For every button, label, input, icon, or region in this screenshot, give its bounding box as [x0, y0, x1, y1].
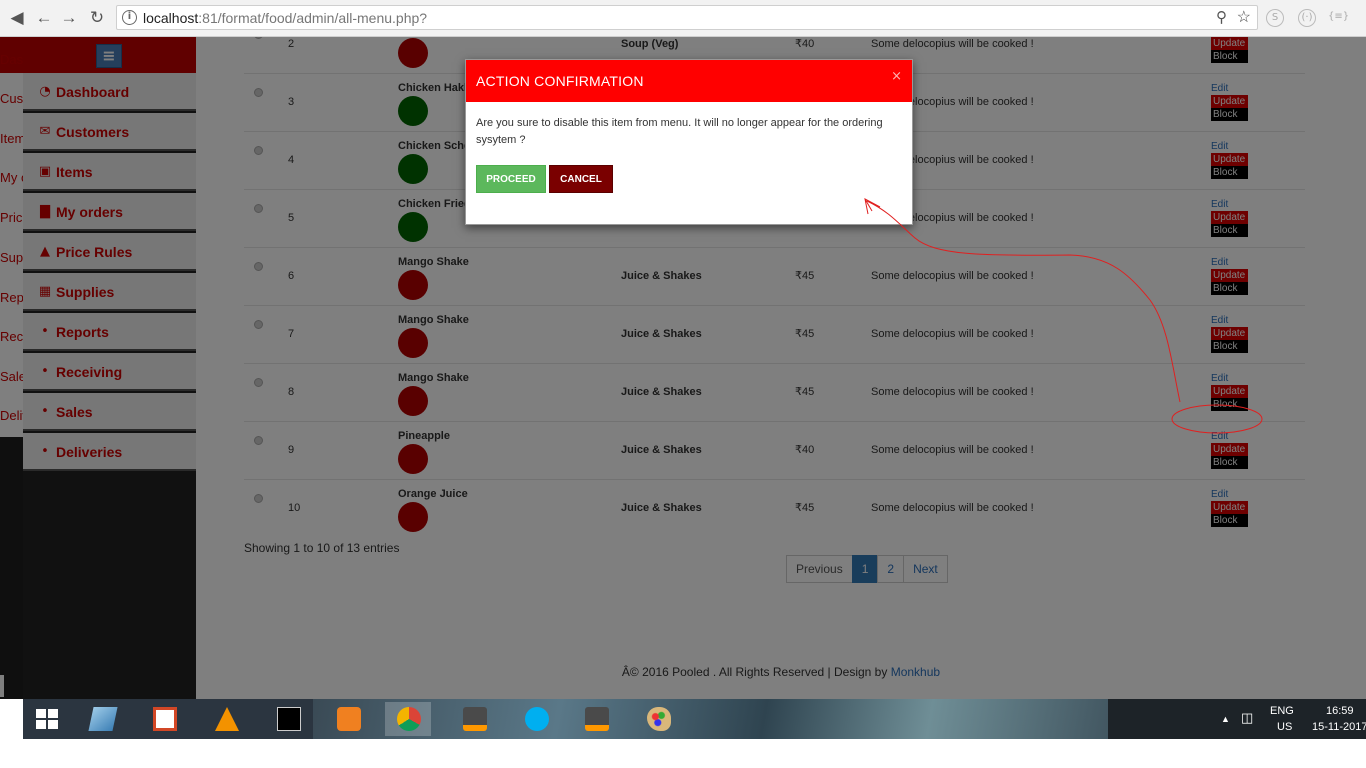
url-path: :81/format/food/admin/all-menu.php?	[198, 10, 428, 26]
chrome-icon	[397, 707, 421, 731]
forward-icon[interactable]: →	[58, 7, 80, 29]
back-arrow-icon[interactable]: ◀	[6, 7, 28, 29]
clock-time[interactable]: 16:59	[1326, 705, 1354, 718]
modal-message: Are you sure to disable this item from m…	[476, 117, 883, 146]
close-icon[interactable]: ×	[891, 70, 902, 84]
taskbar-powerpoint-app[interactable]	[141, 702, 187, 736]
taskbar: ▲ ◫ ENG US 16:59 15-11-2017	[23, 699, 1366, 739]
bookmark-star-icon[interactable]: ☆	[1237, 7, 1251, 27]
taskbar-skype-app[interactable]	[513, 702, 559, 736]
command-prompt-icon	[277, 707, 301, 731]
taskbar-vlc-app[interactable]	[203, 702, 249, 736]
region-code: US	[1277, 721, 1293, 733]
info-icon[interactable]: i	[122, 10, 137, 25]
reload-icon[interactable]: ↻	[86, 7, 108, 29]
taskbar-media-app[interactable]	[325, 702, 371, 736]
notepad-icon	[88, 707, 118, 731]
media-player-icon	[337, 707, 361, 731]
taskbar-wallpaper	[313, 699, 1133, 739]
taskbar-notepad-app[interactable]	[79, 702, 125, 736]
taskbar-paint-app[interactable]	[635, 702, 681, 736]
extension-icon[interactable]: (·)	[1298, 9, 1316, 27]
vlc-cone-icon	[215, 707, 239, 731]
taskbar-cmd-app[interactable]	[265, 702, 311, 736]
sublime-text-icon-2	[585, 707, 609, 731]
url-host: localhost	[143, 10, 199, 26]
network-icon[interactable]: ◫	[1241, 711, 1253, 724]
screen: ◀ ← → ↻ i localhost:81/format/food/admin…	[0, 0, 1366, 768]
left-edge-blank	[0, 699, 23, 739]
cancel-button[interactable]: CANCEL	[549, 165, 613, 193]
show-hidden-icons-icon[interactable]: ▲	[1221, 713, 1230, 726]
paint-palette-icon	[647, 707, 671, 731]
zoom-icon[interactable]: ⚲	[1216, 8, 1227, 26]
skype-extension-icon[interactable]: S	[1266, 9, 1284, 27]
modal-title: ACTION CONFIRMATION	[476, 73, 644, 89]
address-bar[interactable]: i localhost:81/format/food/admin/all-men…	[116, 5, 1258, 30]
system-tray: ▲ ◫ ENG US 16:59 15-11-2017	[1108, 699, 1366, 739]
language-code[interactable]: ENG	[1270, 705, 1294, 718]
bottom-blank	[0, 739, 1366, 768]
url-text[interactable]: localhost:81/format/food/admin/all-menu.…	[143, 10, 427, 26]
windows-logo-icon	[36, 709, 58, 729]
taskbar-sublime-app[interactable]	[451, 702, 497, 736]
powerpoint-icon	[153, 707, 177, 731]
modal-header: ACTION CONFIRMATION ×	[466, 60, 912, 102]
proceed-button[interactable]: PROCEED	[476, 165, 546, 193]
confirmation-modal: ACTION CONFIRMATION × Are you sure to di…	[465, 59, 913, 225]
json-extension-icon[interactable]: {≡}	[1328, 9, 1349, 27]
skype-icon	[525, 707, 549, 731]
taskbar-sublime-app-2[interactable]	[573, 702, 619, 736]
clock-date[interactable]: 15-11-2017	[1312, 721, 1366, 734]
start-button[interactable]	[23, 699, 71, 739]
page: DaslCustItemMy oPricSuppRepoReceSaleDeli…	[0, 37, 1366, 699]
browser-toolbar: ◀ ← → ↻ i localhost:81/format/food/admin…	[0, 0, 1366, 37]
sublime-text-icon	[463, 707, 487, 731]
back-icon[interactable]: ←	[33, 7, 55, 29]
taskbar-chrome-app[interactable]	[385, 702, 431, 736]
